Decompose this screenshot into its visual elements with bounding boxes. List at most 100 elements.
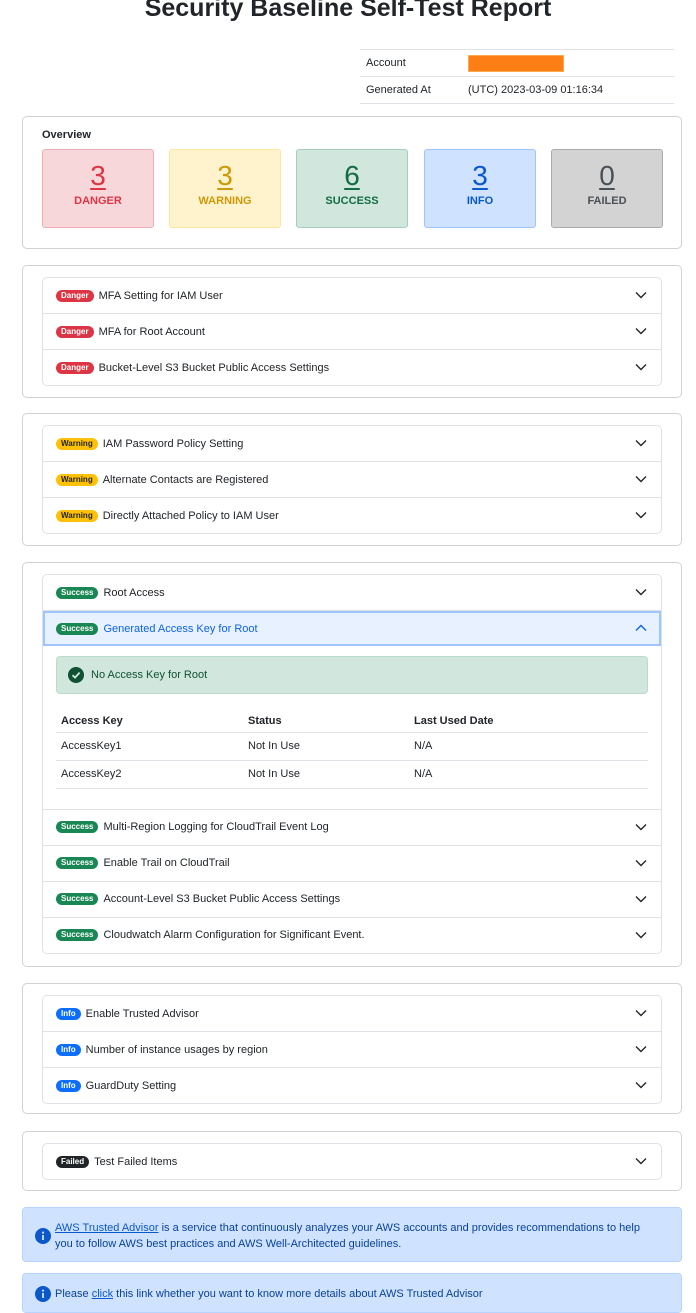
chevron-down-icon[interactable]: [635, 858, 647, 868]
accordion-item: Danger Bucket-Level S3 Bucket Public Acc…: [43, 350, 661, 385]
item-title: Bucket-Level S3 Bucket Public Access Set…: [98, 361, 330, 374]
chevron-down-icon[interactable]: [635, 1008, 647, 1018]
accordion-item: Success Root Access: [43, 575, 661, 611]
item-title: Enable Trusted Advisor: [85, 1007, 199, 1020]
danger-label: DANGER: [74, 195, 122, 207]
chevron-down-icon[interactable]: [635, 326, 647, 336]
accordion-body: No Access Key for Root Access Key Status…: [43, 646, 661, 809]
chevron-down-icon[interactable]: [635, 1156, 647, 1166]
table-row: AccessKey2 Not In Use N/A: [56, 760, 648, 789]
item-title: Number of instance usages by region: [85, 1043, 268, 1056]
table-cell: AccessKey2: [56, 760, 243, 789]
failed-section: Failed Test Failed Items: [22, 1131, 682, 1191]
success-badge: Success: [56, 929, 99, 941]
accordion-header-root-access-key[interactable]: Success Generated Access Key for Root: [43, 611, 661, 646]
accordion-item: Warning Alternate Contacts are Registere…: [43, 462, 661, 498]
details-note: Please click this link whether you want …: [22, 1273, 682, 1313]
success-badge: Success: [56, 622, 99, 635]
warning-badge: Warning: [56, 509, 98, 522]
chevron-down-icon[interactable]: [635, 474, 647, 484]
chevron-down-icon[interactable]: [635, 510, 647, 520]
report-meta-table: Account Generated At (UTC) 2023-03-09 01…: [360, 49, 674, 104]
item-title: Generated Access Key for Root: [103, 622, 258, 635]
info-count[interactable]: 3: [425, 160, 535, 192]
accordion-header-bucket-public-access[interactable]: Danger Bucket-Level S3 Bucket Public Acc…: [43, 350, 661, 385]
danger-count[interactable]: 3: [43, 160, 153, 192]
success-alert: No Access Key for Root: [56, 656, 648, 694]
info-circle-icon: [35, 1228, 51, 1244]
warning-count-card[interactable]: 3 WARNING: [169, 149, 281, 228]
success-label: SUCCESS: [325, 195, 379, 207]
accordion-item-expanded: Success Generated Access Key for Root No…: [43, 611, 661, 810]
chevron-down-icon[interactable]: [635, 587, 647, 597]
failed-count[interactable]: 0: [552, 160, 662, 192]
column-header: Last Used Date: [409, 710, 648, 733]
chevron-down-icon[interactable]: [635, 290, 647, 300]
chevron-down-icon[interactable]: [635, 1080, 647, 1090]
danger-accordion: Danger MFA Setting for IAM User Danger M…: [42, 277, 662, 386]
accordion-header-mfa-iam-user[interactable]: Danger MFA Setting for IAM User: [43, 278, 661, 313]
accordion-item: Success Multi-Region Logging for CloudTr…: [43, 810, 661, 846]
accordion-item: Danger MFA for Root Account: [43, 314, 661, 350]
accordion-header-cloudtrail-logging[interactable]: Success Multi-Region Logging for CloudTr…: [43, 810, 661, 845]
accordion-header-cloudwatch-alarm[interactable]: Success Cloudwatch Alarm Configuration f…: [43, 918, 661, 953]
failed-label: FAILED: [587, 195, 627, 207]
check-circle-icon: [68, 667, 84, 683]
accordion-header-password-policy[interactable]: Warning IAM Password Policy Setting: [43, 426, 661, 461]
chevron-up-icon[interactable]: [635, 623, 647, 633]
note-line-2: you to follow AWS best practices and AWS…: [55, 1238, 402, 1250]
chevron-down-icon[interactable]: [635, 894, 647, 904]
accordion-item: Info Number of instance usages by region: [43, 1032, 661, 1068]
note-text: is a service that continuously analyzes …: [158, 1222, 640, 1234]
warning-section: Warning IAM Password Policy Setting Warn…: [22, 413, 682, 546]
success-count[interactable]: 6: [297, 160, 407, 192]
accordion-header-instance-usage[interactable]: Info Number of instance usages by region: [43, 1032, 661, 1067]
success-badge: Success: [56, 586, 99, 599]
item-title: IAM Password Policy Setting: [102, 437, 244, 450]
details-prefix: Please: [55, 1288, 92, 1300]
chevron-down-icon[interactable]: [635, 362, 647, 372]
chevron-down-icon[interactable]: [635, 438, 647, 448]
alert-text: No Access Key for Root: [91, 669, 208, 681]
accordion-header-test-failed[interactable]: Failed Test Failed Items: [43, 1144, 661, 1179]
success-badge: Success: [56, 821, 99, 833]
item-title: GuardDuty Setting: [85, 1079, 177, 1092]
warning-count[interactable]: 3: [170, 160, 280, 192]
info-badge: Info: [56, 1079, 81, 1092]
chevron-down-icon[interactable]: [635, 822, 647, 832]
warning-badge: Warning: [56, 473, 98, 486]
generated-at-label: Generated At: [360, 76, 462, 104]
accordion-header-alternate-contacts[interactable]: Warning Alternate Contacts are Registere…: [43, 462, 661, 497]
info-badge: Info: [56, 1007, 81, 1020]
accordion-header-attached-policy[interactable]: Warning Directly Attached Policy to IAM …: [43, 498, 661, 533]
click-link[interactable]: click: [92, 1288, 113, 1300]
success-count-card[interactable]: 6 SUCCESS: [296, 149, 408, 228]
chevron-down-icon[interactable]: [635, 930, 647, 940]
accordion-header-guardduty[interactable]: Info GuardDuty Setting: [43, 1068, 661, 1103]
overview-title: Overview: [42, 129, 91, 141]
details-suffix: this link whether you want to know more …: [113, 1288, 483, 1300]
item-title: Enable Trail on CloudTrail: [103, 857, 230, 869]
danger-badge: Danger: [56, 325, 94, 338]
table-cell: N/A: [409, 760, 648, 789]
info-count-card[interactable]: 3 INFO: [424, 149, 536, 228]
trusted-advisor-note: AWS Trusted Advisor is a service that co…: [22, 1207, 682, 1262]
column-header: Access Key: [56, 710, 243, 733]
failed-count-card[interactable]: 0 FAILED: [551, 149, 663, 228]
trusted-advisor-link[interactable]: AWS Trusted Advisor: [55, 1222, 159, 1234]
danger-count-card[interactable]: 3 DANGER: [42, 149, 154, 228]
info-badge: Info: [56, 1043, 81, 1056]
accordion-header-trusted-advisor[interactable]: Info Enable Trusted Advisor: [43, 996, 661, 1031]
accordion-item: Warning IAM Password Policy Setting: [43, 426, 661, 462]
item-title: Alternate Contacts are Registered: [102, 473, 269, 486]
accordion-header-account-s3-access[interactable]: Success Account-Level S3 Bucket Public A…: [43, 882, 661, 917]
item-title: Root Access: [103, 586, 165, 599]
accordion-header-enable-trail[interactable]: Success Enable Trail on CloudTrail: [43, 846, 661, 881]
info-accordion: Info Enable Trusted Advisor Info Number …: [42, 995, 662, 1104]
chevron-down-icon[interactable]: [635, 1044, 647, 1054]
accordion-header-mfa-root[interactable]: Danger MFA for Root Account: [43, 314, 661, 349]
danger-section: Danger MFA Setting for IAM User Danger M…: [22, 265, 682, 398]
success-section: Success Root Access Success Generated Ac…: [22, 562, 682, 967]
accordion-header-root-access[interactable]: Success Root Access: [43, 575, 661, 610]
access-key-table: Access Key Status Last Used Date AccessK…: [56, 710, 648, 789]
